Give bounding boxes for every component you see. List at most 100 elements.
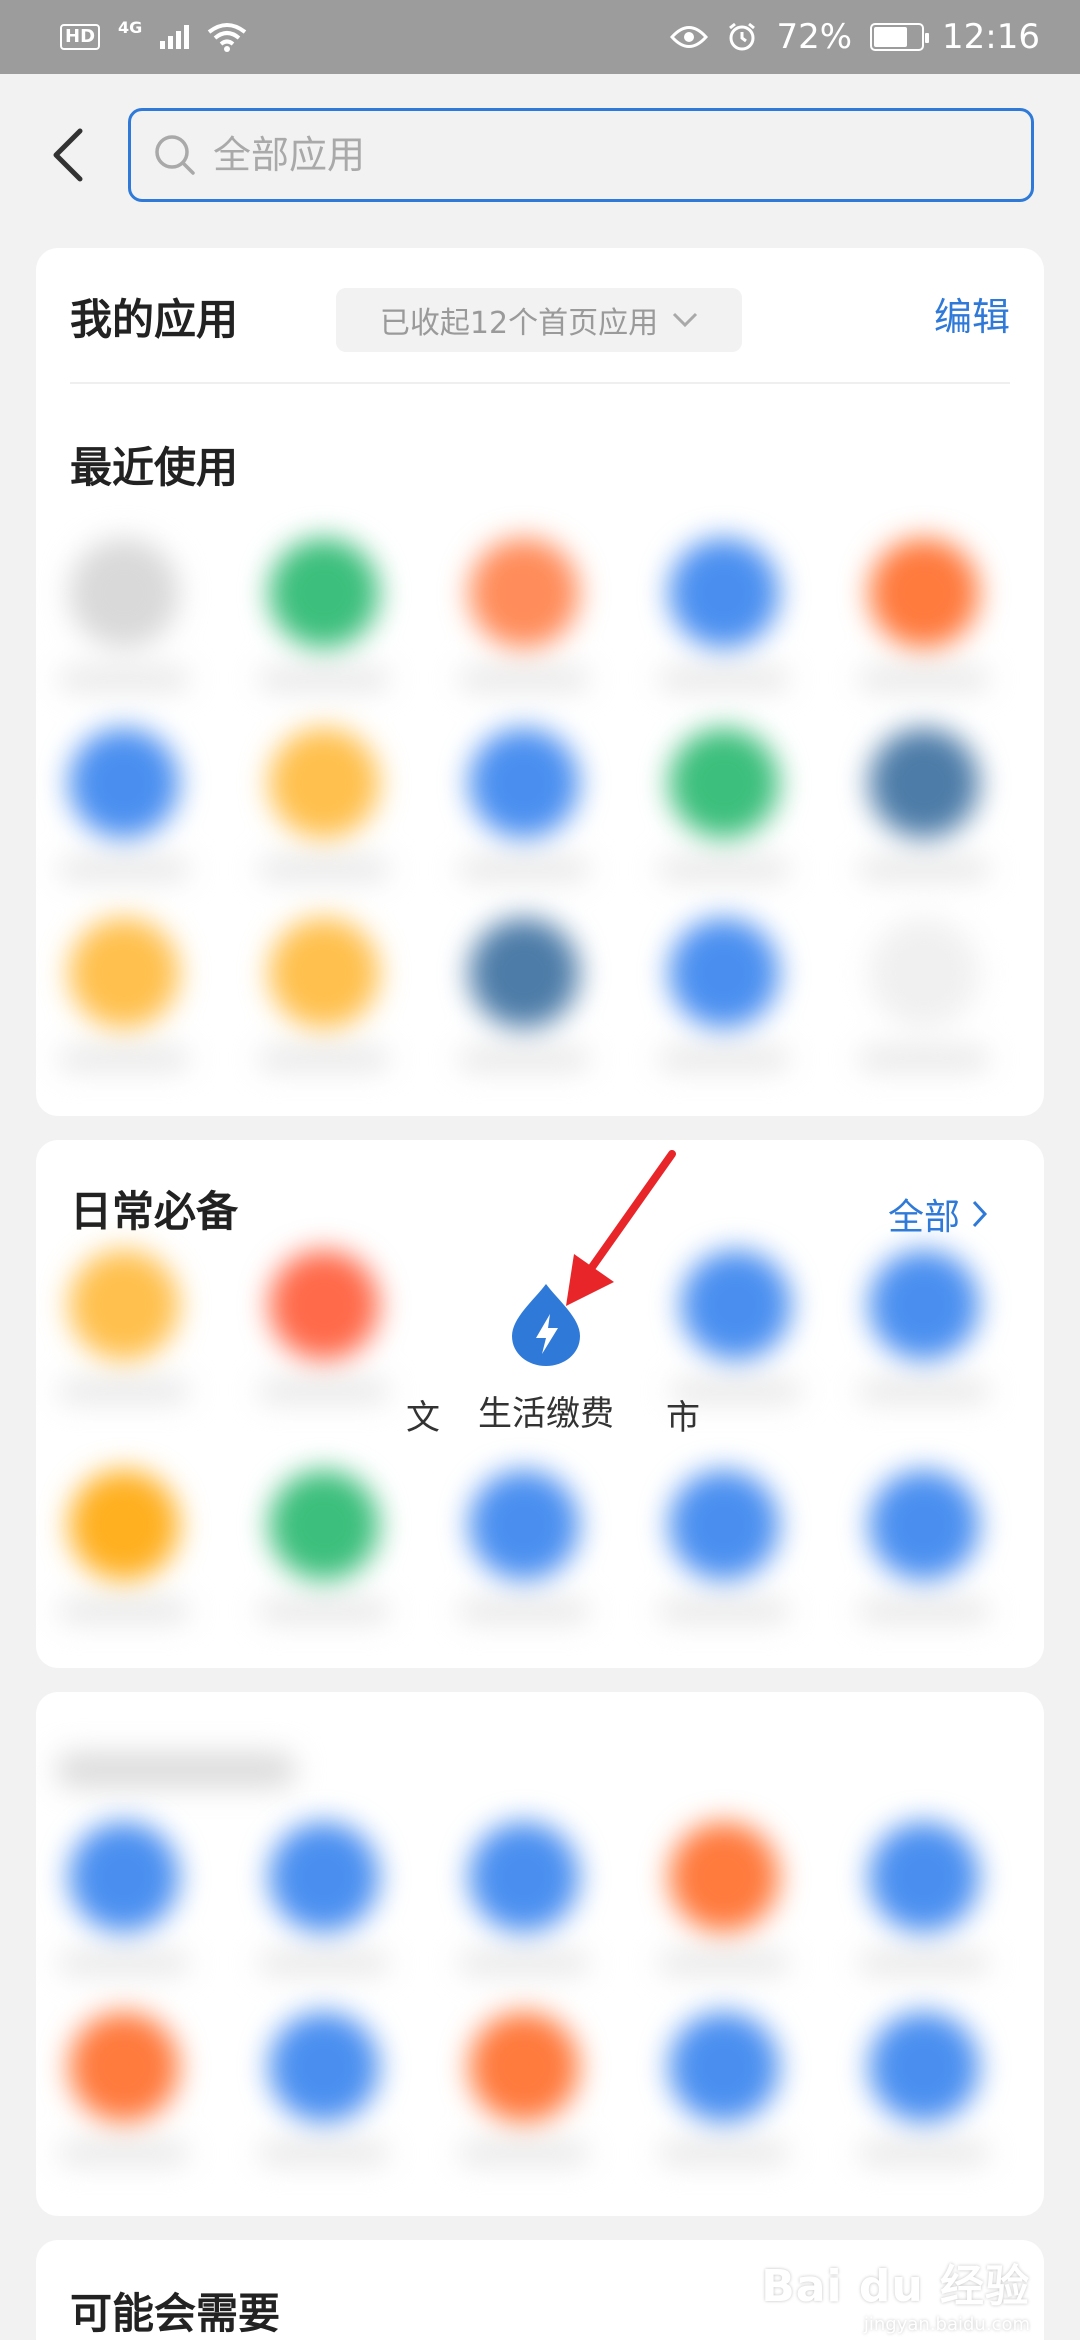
blurred-app-icon[interactable] bbox=[469, 538, 579, 648]
blurred-app-label bbox=[259, 1048, 389, 1070]
battery-fill bbox=[874, 27, 908, 47]
blurred-app-label bbox=[659, 2142, 789, 2164]
blurred-app-icon[interactable] bbox=[269, 728, 379, 838]
search-box[interactable] bbox=[128, 108, 1034, 202]
blurred-app-icon[interactable] bbox=[669, 1470, 779, 1580]
blurred-app-label bbox=[459, 1600, 589, 1622]
blurred-app-icon[interactable] bbox=[469, 1822, 579, 1932]
blurred-app-label bbox=[259, 1952, 389, 1974]
blurred-app-label bbox=[859, 1048, 989, 1070]
blurred-app-label bbox=[659, 668, 789, 690]
blurred-app-icon[interactable] bbox=[869, 1470, 979, 1580]
blurred-app-label bbox=[859, 1600, 989, 1622]
hd-badge: HD bbox=[60, 24, 101, 50]
my-apps-title: 我的应用 bbox=[70, 295, 239, 344]
status-bar: HD 4G 72% 12:16 bbox=[0, 0, 1080, 74]
blurred-app-label bbox=[259, 1600, 389, 1622]
blurred-app-label bbox=[859, 1380, 989, 1402]
blurred-app-label bbox=[59, 1048, 189, 1070]
collapsed-apps-label: 已收起12个首页应用 bbox=[379, 306, 659, 341]
blurred-app-label bbox=[59, 1600, 189, 1622]
blurred-app-label bbox=[259, 2142, 389, 2164]
divider bbox=[70, 382, 1010, 384]
status-right: 72% 12:16 bbox=[670, 17, 1040, 57]
blurred-app-icon[interactable] bbox=[669, 728, 779, 838]
peek-label-left: 文 bbox=[406, 1398, 440, 1438]
blurred-app-icon[interactable] bbox=[869, 538, 979, 648]
all-link-label: 全部 bbox=[887, 1197, 960, 1238]
blurred-app-icon[interactable] bbox=[681, 1250, 791, 1360]
blurred-title bbox=[56, 1752, 296, 1788]
blurred-app-icon[interactable] bbox=[269, 918, 379, 1028]
blurred-app-label bbox=[659, 1952, 789, 1974]
chevron-down-icon bbox=[673, 312, 698, 328]
blurred-app-icon[interactable] bbox=[869, 918, 979, 1028]
blurred-app-icon[interactable] bbox=[869, 1250, 979, 1360]
blurred-app-label bbox=[459, 1048, 589, 1070]
utility-payment-label: 生活缴费 bbox=[478, 1394, 614, 1434]
blurred-app-icon[interactable] bbox=[269, 1250, 379, 1360]
blurred-app-icon[interactable] bbox=[869, 2012, 979, 2122]
blurred-app-icon[interactable] bbox=[469, 728, 579, 838]
network-type: 4G bbox=[118, 17, 143, 37]
blurred-app-icon[interactable] bbox=[69, 1470, 179, 1580]
daily-title: 日常必备 bbox=[70, 1187, 239, 1236]
app-row bbox=[36, 1822, 1044, 2012]
blurred-app-icon[interactable] bbox=[69, 1250, 179, 1360]
wifi-icon bbox=[208, 23, 247, 52]
blurred-app-label bbox=[659, 1600, 789, 1622]
blurred-app-icon[interactable] bbox=[69, 728, 179, 838]
lightning-drop-icon bbox=[512, 1284, 580, 1366]
blurred-app-icon[interactable] bbox=[469, 1470, 579, 1580]
status-left: HD 4G bbox=[60, 18, 247, 52]
blurred-app-label bbox=[259, 668, 389, 690]
recent-title: 最近使用 bbox=[70, 443, 239, 492]
blurred-app-icon[interactable] bbox=[269, 1470, 379, 1580]
chevron-left-icon bbox=[53, 128, 83, 182]
blurred-app-icon[interactable] bbox=[269, 538, 379, 648]
back-button[interactable] bbox=[40, 120, 96, 190]
blurred-app-icon[interactable] bbox=[869, 1822, 979, 1932]
app-row bbox=[36, 918, 1044, 1108]
eye-icon bbox=[670, 26, 709, 48]
blurred-app-icon[interactable] bbox=[69, 538, 179, 648]
search-input[interactable] bbox=[213, 133, 1013, 177]
blurred-app-icon[interactable] bbox=[69, 2012, 179, 2122]
collapsed-apps-toggle[interactable]: 已收起12个首页应用 bbox=[336, 288, 742, 352]
app-row bbox=[36, 2012, 1044, 2202]
blurred-app-label bbox=[59, 2142, 189, 2164]
utility-payment-app[interactable]: 生活缴费 bbox=[456, 1282, 636, 1452]
blurred-app-label bbox=[59, 1380, 189, 1402]
blurred-app-icon[interactable] bbox=[269, 1822, 379, 1932]
blurred-app-label bbox=[459, 1952, 589, 1974]
daily-apps-row2 bbox=[36, 1470, 1044, 1660]
blurred-app-icon[interactable] bbox=[69, 1822, 179, 1932]
blurred-app-icon[interactable] bbox=[669, 538, 779, 648]
blurred-app-label bbox=[859, 858, 989, 880]
blurred-app-icon[interactable] bbox=[869, 728, 979, 838]
daily-card: 日常必备 全部 文 生活缴费 市 bbox=[36, 1140, 1044, 1668]
blurred-app-label bbox=[859, 668, 989, 690]
all-link[interactable]: 全部 bbox=[888, 1188, 988, 1240]
blurred-app-icon[interactable] bbox=[669, 918, 779, 1028]
blurred-app-icon[interactable] bbox=[469, 918, 579, 1028]
signal-icon bbox=[160, 25, 190, 49]
chevron-right-icon bbox=[972, 1200, 988, 1228]
blurred-app-icon[interactable] bbox=[69, 918, 179, 1028]
blurred-app-icon[interactable] bbox=[669, 1822, 779, 1932]
maybe-need-title: 可能会需要 bbox=[70, 2289, 281, 2338]
blurred-app-icon[interactable] bbox=[269, 2012, 379, 2122]
app-row bbox=[36, 1470, 1044, 1660]
blurred-app-label bbox=[859, 2142, 989, 2164]
battery-icon bbox=[870, 23, 930, 51]
blurred-app-icon[interactable] bbox=[469, 2012, 579, 2122]
app-row bbox=[36, 728, 1044, 918]
blurred-app-icon[interactable] bbox=[669, 2012, 779, 2122]
blurred-apps-grid bbox=[36, 1822, 1044, 2202]
blurred-app-label bbox=[859, 1952, 989, 1974]
blurred-app-label bbox=[459, 668, 589, 690]
edit-button[interactable]: 编辑 bbox=[934, 286, 1010, 341]
clock: 12:16 bbox=[942, 17, 1040, 57]
blurred-section-card bbox=[36, 1692, 1044, 2216]
blurred-app-label bbox=[459, 858, 589, 880]
